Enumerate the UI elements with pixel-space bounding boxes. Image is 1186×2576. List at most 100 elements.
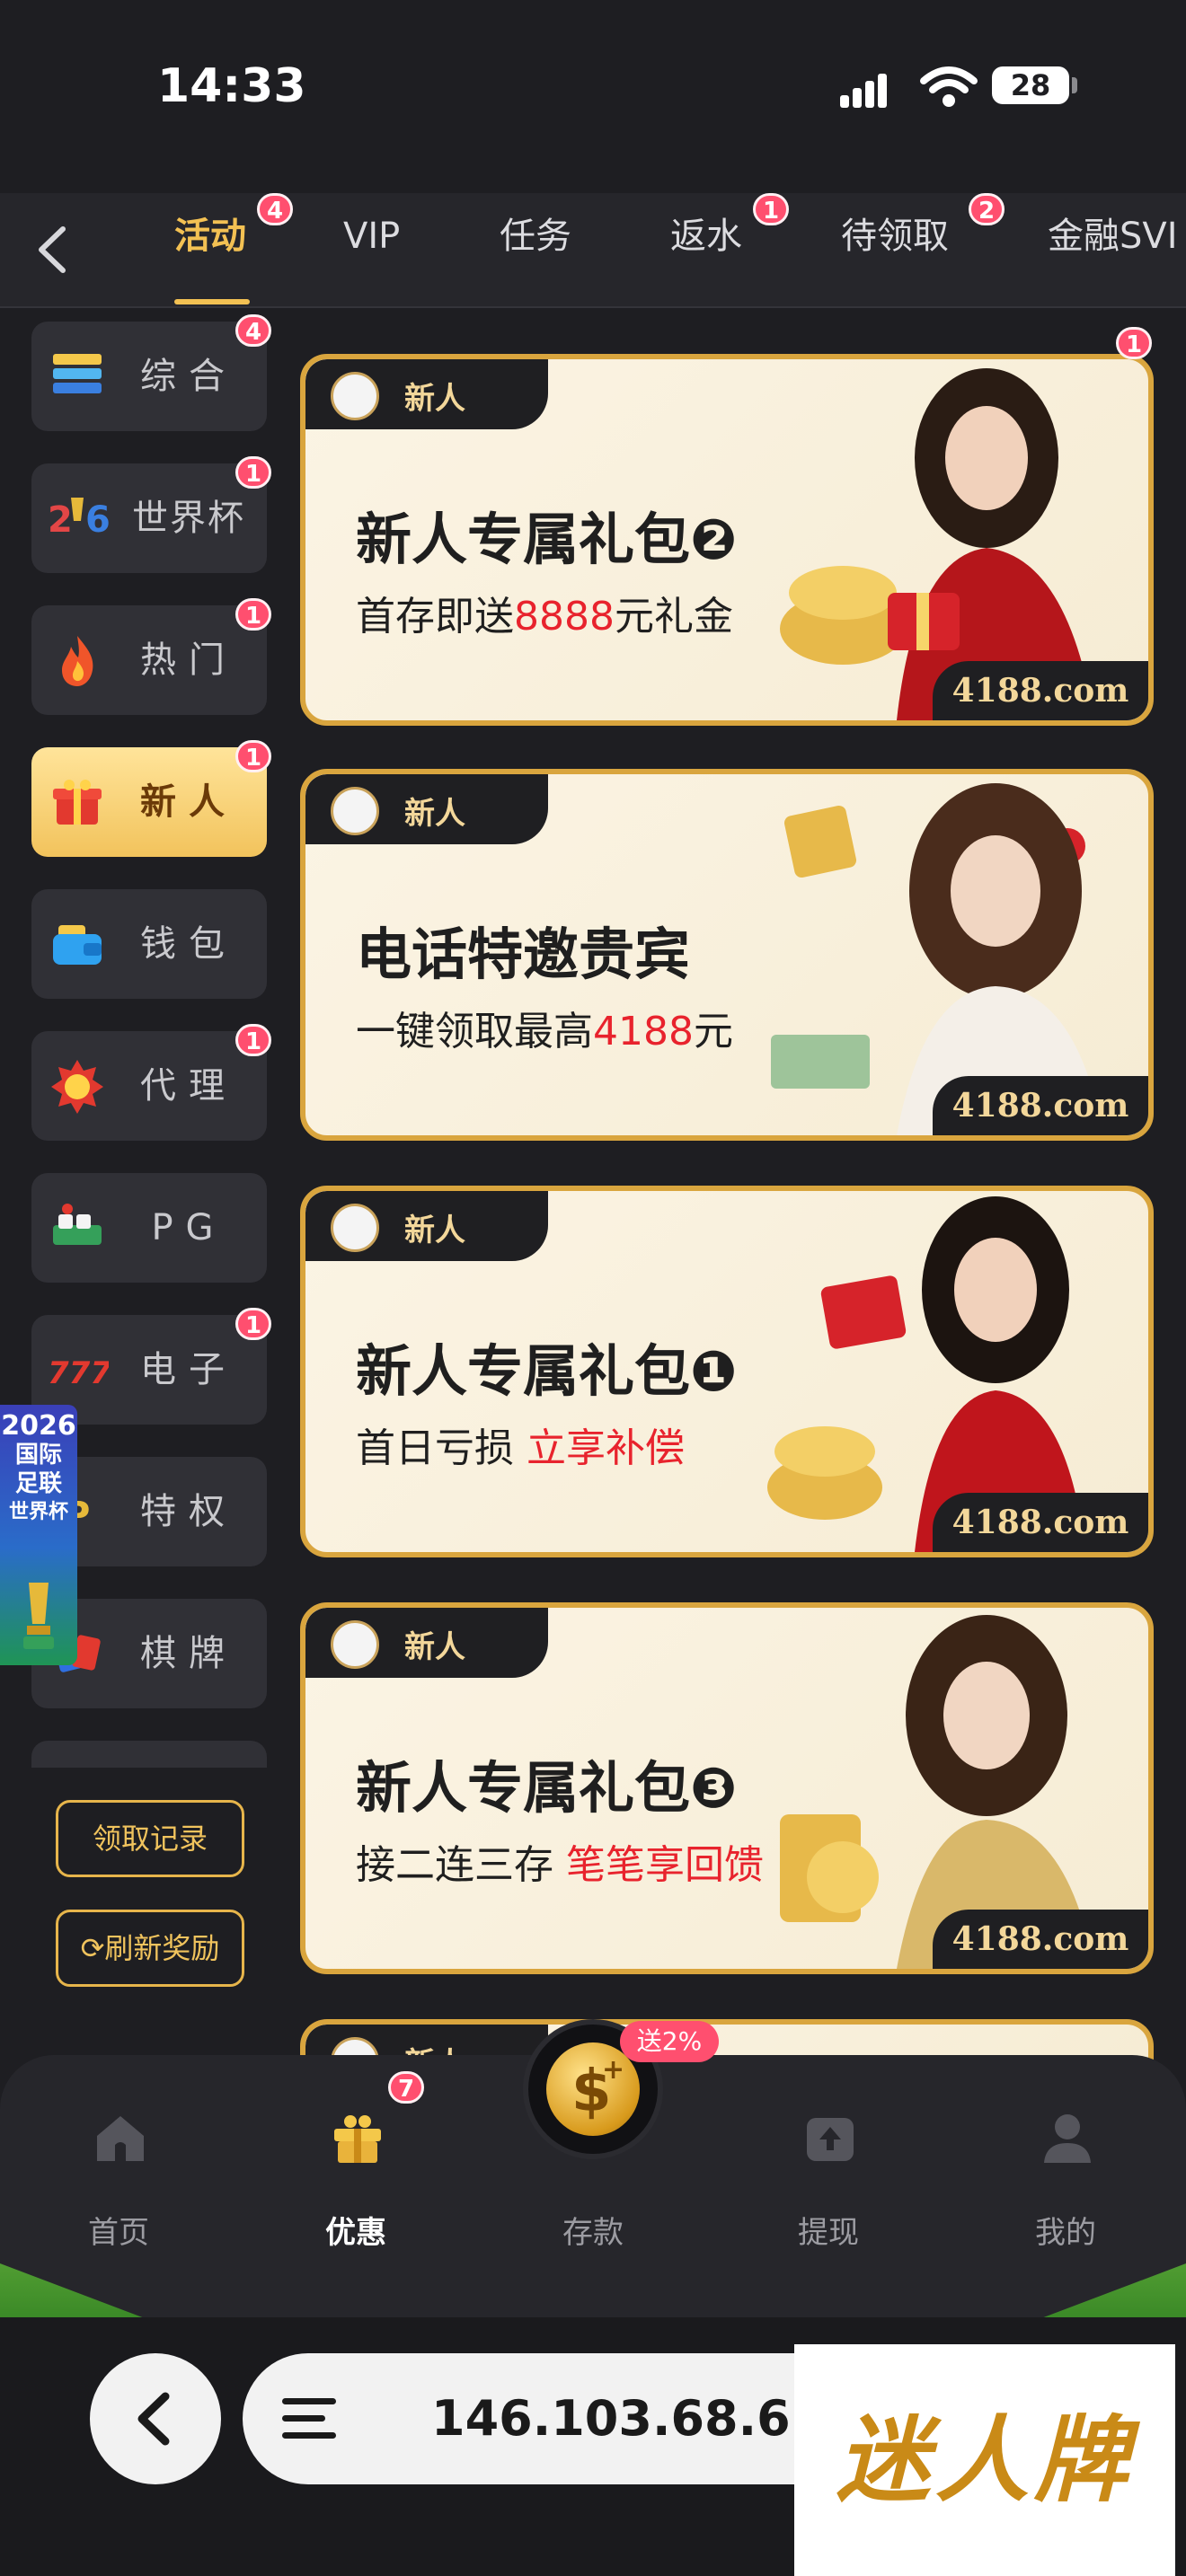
card-subtitle: 首日亏损 立享补偿 [356,1416,685,1473]
layers-icon [53,354,102,393]
tab-vip[interactable]: VIP [343,193,400,308]
nav-withdraw[interactable]: 提现 [757,2055,900,2271]
sidebar-badge: 1 [235,456,272,489]
tab-activity[interactable]: 活动 [174,193,246,308]
nav-label: 提现 [798,2215,859,2251]
sidebar-badge: 1 [235,1024,272,1056]
sidebar-item-label: 综合 [140,356,237,397]
upload-icon [807,2118,854,2161]
promo-card-newcomer-pack-2[interactable]: 新人 新人专属礼包❷ 首存即送8888元礼金 4188.com [300,354,1154,726]
sidebar-item-world-cup[interactable]: 2 6 世界杯 [31,463,267,573]
claim-record-button[interactable]: 领取记录 [56,1800,244,1877]
trophy-icon [23,1583,54,1649]
wifi-icon [920,66,978,107]
promo-card-newcomer-pack-3[interactable]: 新人 新人专属礼包❸ 接二连三存 笔笔享回馈 4188.com [300,1602,1154,1974]
sidebar-item-label: PG [151,1207,226,1248]
sidebar-item-label: 代理 [140,1065,237,1107]
user-icon [1044,2114,1091,2163]
refresh-rewards-label: 刷新奖励 [104,1932,220,1964]
sidebar-item-agent[interactable]: 代理 [31,1031,267,1141]
nav-label: 我的 [1035,2215,1096,2251]
promo-card-vip-phone-invite[interactable]: 新人 电话特邀贵宾 一键领取最高4188元 4188.com [300,769,1154,1141]
menu-icon[interactable] [282,2398,336,2439]
user-plus-icon [331,372,379,420]
card-domain: 4188.com [933,1076,1148,1135]
svg-text:777: 777 [48,1355,109,1391]
user-plus-icon [331,1620,379,1669]
sidebar-item-label: 钱包 [140,923,237,965]
card-subtitle-text: 首日亏损 [356,1425,527,1471]
tab-rebate[interactable]: 返水 [670,193,742,308]
card-tag: 新人 [305,774,548,844]
card-subtitle-highlight: 立享补偿 [527,1425,685,1471]
fire-icon [62,636,93,686]
status-bar: 14:33 28 [0,0,1186,193]
nav-label: 优惠 [325,2215,386,2251]
address-bar[interactable]: 146.103.68.6 [243,2353,872,2484]
card-subtitle-text: 首存即送 [356,594,514,640]
wc-line: 世界杯 [8,1501,68,1523]
card-subtitle-text: 元 [693,1009,733,1054]
wc-year: 2026 [1,1410,76,1442]
card-subtitle-text: 一键领取最高 [356,1009,593,1054]
sidebar-item-label: 世界杯 [132,498,245,539]
browser-back-button[interactable] [90,2353,221,2484]
svg-text:2: 2 [48,499,73,541]
sidebar-item-newcomer[interactable]: 新人 [31,747,267,857]
promo-card-newcomer-pack-1[interactable]: 新人 新人专属礼包❶ 首日亏损 立享补偿 4188.com [300,1186,1154,1557]
tab-label: VIP [343,216,401,257]
card-domain: 4188.com [933,1493,1148,1552]
world-cup-floating-banner[interactable]: 2026 国际 足联 世界杯 [0,1405,77,1665]
home-icon [97,2116,144,2161]
tab-label: 返水 [670,216,742,257]
card-title: 电话特邀贵宾 [356,922,691,987]
pg-icon [53,1204,102,1245]
sidebar-item-general[interactable]: 综合 [31,322,267,431]
card-title: 新人专属礼包❷ [356,507,738,572]
back-arrow-icon [137,2392,170,2446]
wc-line: 足联 [14,1470,62,1497]
tab-label: 金融SVI [1048,216,1178,257]
battery-level: 28 [992,66,1069,104]
card-tag-label: 新人 [404,796,465,832]
gift-box-icon [334,2115,381,2163]
sidebar-badge: 1 [235,1308,272,1340]
back-chevron-icon[interactable] [27,220,81,279]
nav-profile[interactable]: 我的 [994,2055,1137,2271]
tab-tasks[interactable]: 任务 [500,193,571,308]
tab-finance[interactable]: 金融SVI [1048,193,1178,308]
nav-home[interactable]: 首页 [47,2055,190,2271]
card-tag-label: 新人 [404,1629,465,1665]
sidebar-item-hot[interactable]: 热门 [31,605,267,715]
sidebar-item-label: 热门 [140,640,237,681]
card-subtitle-text: 元礼金 [614,594,733,640]
refresh-rewards-button[interactable]: ⟳刷新奖励 [56,1910,244,1987]
sidebar-item-label: 特权 [140,1491,237,1532]
card-subtitle: 接二连三存 笔笔享回馈 [356,1832,764,1890]
user-plus-icon [331,787,379,835]
tab-pending[interactable]: 待领取 [841,193,949,308]
status-time: 14:33 [157,59,306,113]
card-subtitle-highlight: 4188 [593,1009,694,1054]
sidebar-item-label: 电子 [140,1349,237,1390]
tab-rebate-badge: 1 [753,193,790,225]
sidebar-item-more [31,1741,267,1768]
card-domain: 4188.com [933,661,1148,720]
cellular-signal-icon [840,70,899,108]
sidebar-item-wallet[interactable]: 钱包 [31,889,267,999]
tab-pending-badge: 2 [969,193,1005,225]
svg-text:6: 6 [85,499,109,541]
tab-label: 活动 [174,216,246,257]
tab-label: 待领取 [841,216,949,257]
card-tag-label: 新人 [404,381,465,417]
sidebar-item-pg[interactable]: PG [31,1173,267,1283]
sidebar-badge: 1 [235,740,272,772]
nav-label: 存款 [562,2215,624,2251]
wallet-icon [53,925,102,965]
card-subtitle: 一键领取最高4188元 [356,999,733,1056]
card-title: 新人专属礼包❶ [356,1338,738,1404]
svg-text:+: + [602,2055,624,2086]
category-tabs: 活动 4 VIP 任务 返水 1 待领取 2 金融SVI [0,193,1186,308]
nav-offers-badge: 7 [388,2071,425,2104]
card-subtitle-text: 接二连三存 [356,1842,566,1888]
